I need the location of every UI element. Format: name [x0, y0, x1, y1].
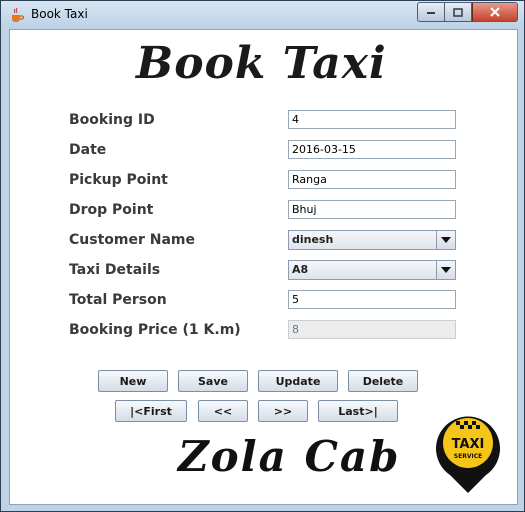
chevron-down-icon [441, 237, 451, 243]
logo-text-taxi: TAXI [452, 437, 485, 452]
delete-button[interactable]: Delete [348, 370, 418, 392]
first-record-button[interactable]: |<First [115, 400, 187, 422]
booking-price-label: Booking Price (1 K.m) [69, 322, 241, 338]
window-controls [417, 2, 518, 22]
brand-name: Zola Cab [178, 432, 401, 481]
next-record-button[interactable]: >> [258, 400, 308, 422]
date-label: Date [69, 142, 107, 158]
dropdown-arrow-button[interactable] [436, 261, 455, 279]
update-button[interactable]: Update [258, 370, 338, 392]
customer-name-label: Customer Name [69, 232, 195, 248]
save-button[interactable]: Save [178, 370, 248, 392]
java-cup-icon [12, 7, 25, 22]
pickup-point-label: Pickup Point [69, 172, 168, 188]
drop-point-label: Drop Point [69, 202, 154, 218]
chevron-down-icon [441, 267, 451, 273]
new-button[interactable]: New [98, 370, 168, 392]
maximize-icon [453, 7, 463, 17]
total-person-label: Total Person [69, 292, 167, 308]
pickup-point-field[interactable]: Ranga [288, 170, 456, 189]
page-heading: Book Taxi [136, 38, 387, 89]
date-field[interactable]: 2016-03-15 [288, 140, 456, 159]
title-bar[interactable]: Book Taxi [1, 1, 524, 29]
last-record-button[interactable]: Last>| [318, 400, 398, 422]
maximize-button[interactable] [444, 2, 472, 22]
booking-price-field: 8 [288, 320, 456, 339]
minimize-icon [427, 12, 435, 14]
close-button[interactable] [472, 2, 518, 22]
previous-record-button[interactable]: << [198, 400, 248, 422]
total-person-field[interactable]: 5 [288, 290, 456, 309]
drop-point-field[interactable]: Bhuj [288, 200, 456, 219]
customer-name-value: dinesh [292, 233, 334, 246]
booking-id-label: Booking ID [69, 112, 155, 128]
dropdown-arrow-button[interactable] [436, 231, 455, 249]
customer-name-dropdown[interactable]: dinesh [288, 230, 456, 250]
window-title: Book Taxi [31, 7, 88, 21]
booking-id-field[interactable]: 4 [288, 110, 456, 129]
logo-text-service: SERVICE [454, 453, 482, 460]
taxi-details-value: A8 [292, 263, 309, 276]
taxi-service-logo: TAXI SERVICE [436, 416, 500, 493]
close-icon [490, 7, 500, 17]
taxi-details-label: Taxi Details [69, 262, 161, 278]
taxi-details-dropdown[interactable]: A8 [288, 260, 456, 280]
minimize-button[interactable] [417, 2, 444, 22]
